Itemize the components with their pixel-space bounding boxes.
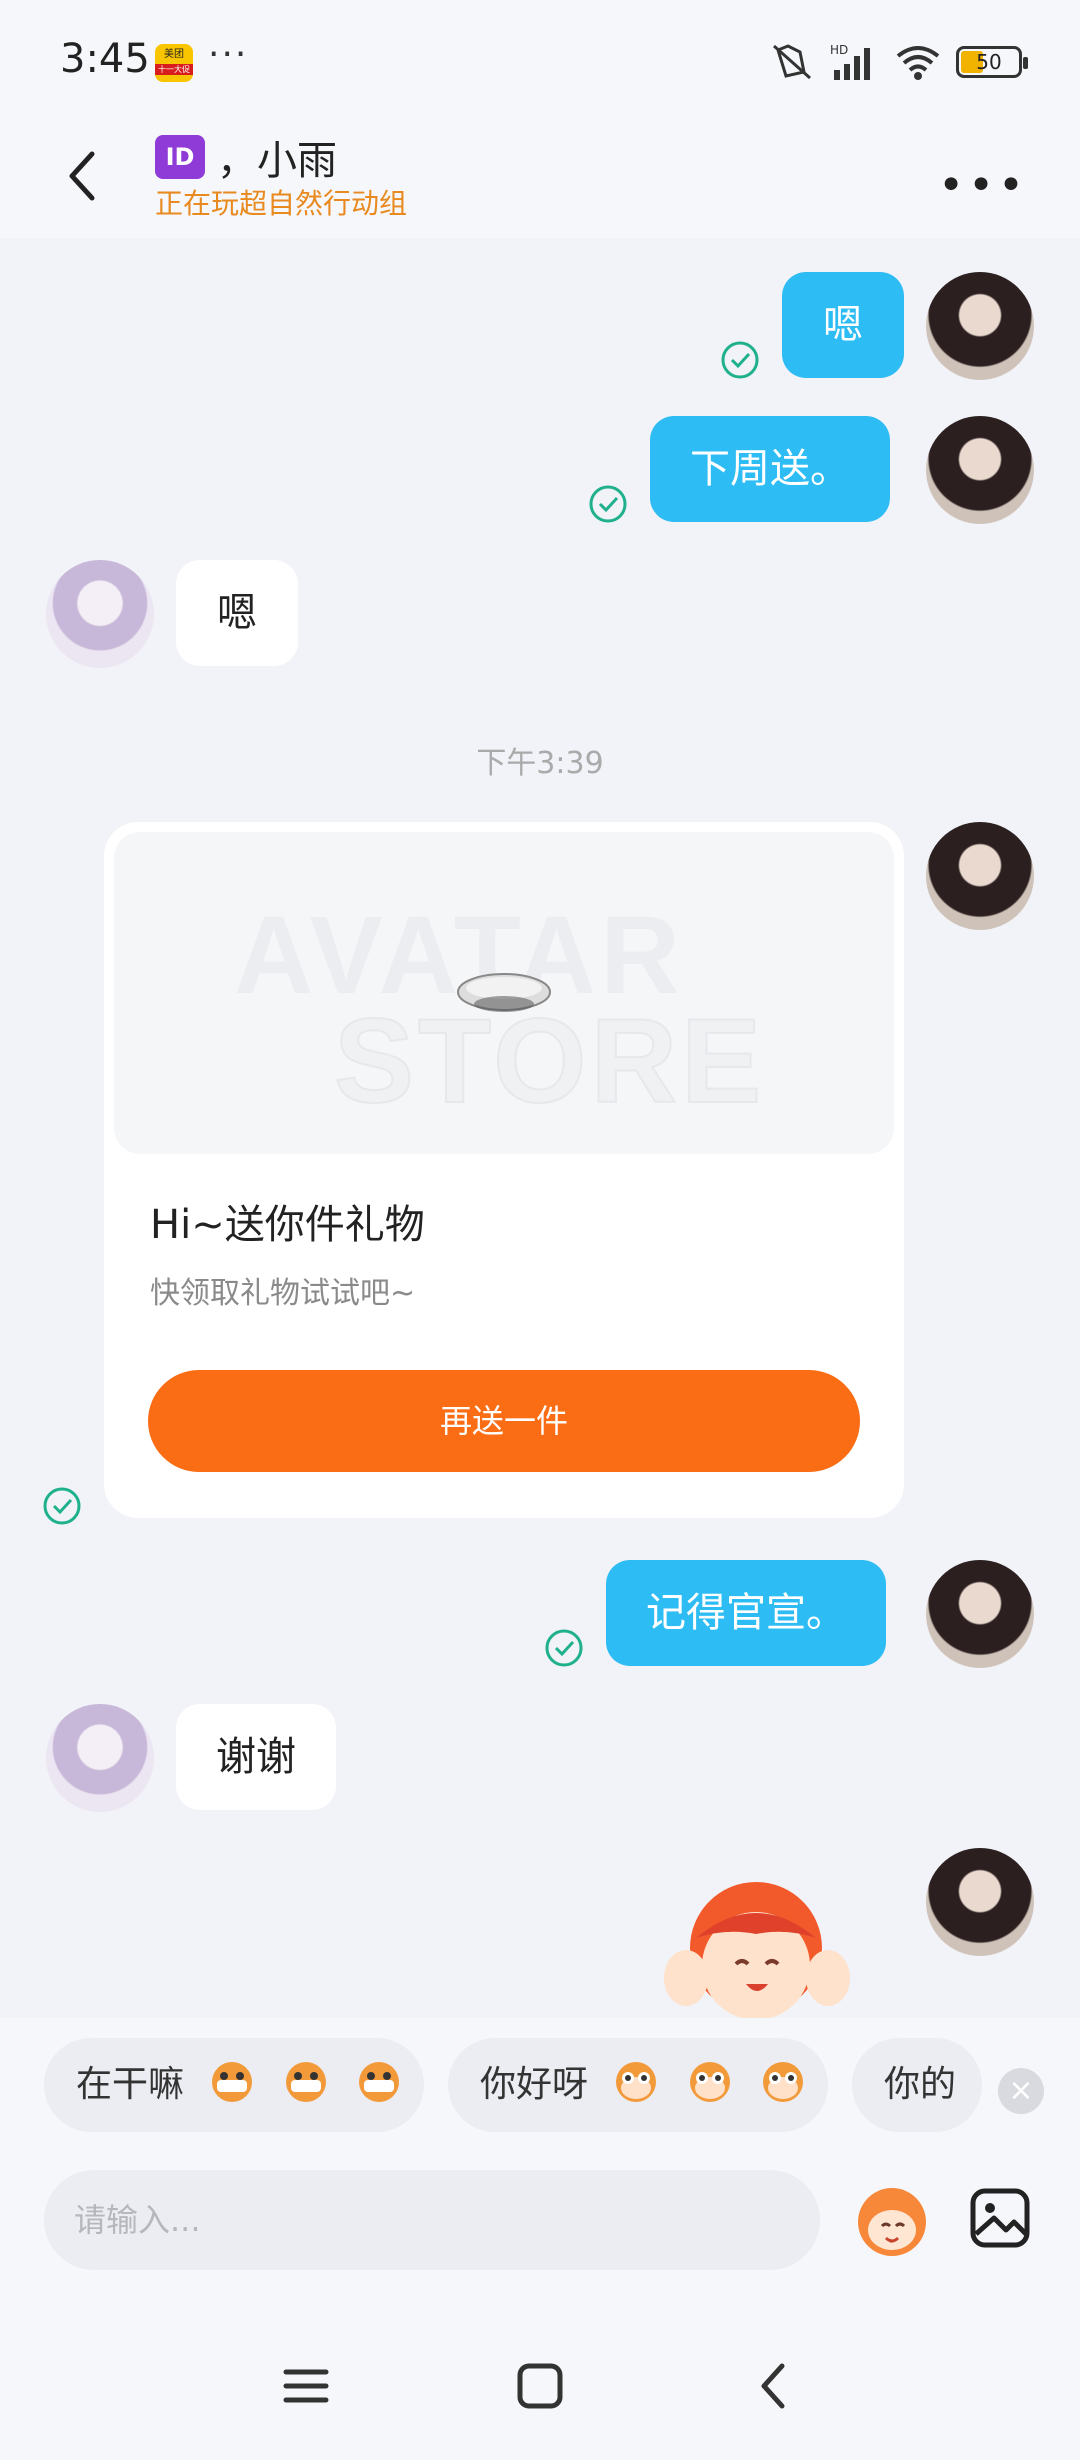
read-check-icon <box>721 341 759 379</box>
id-badge-icon: ID <box>155 135 205 179</box>
read-check-icon <box>545 1629 583 1667</box>
gift-image: AVATAR STORE <box>114 832 894 1154</box>
my-message-bubble[interactable]: 记得官宣。 <box>606 1560 886 1666</box>
monkey-emoji-icon <box>359 2062 400 2102</box>
mascot-sticker[interactable] <box>656 1868 866 2018</box>
monkey-emoji-icon <box>285 2062 326 2102</box>
contact-avatar[interactable] <box>46 560 154 668</box>
quick-reply-chip[interactable]: 在干嘛 <box>44 2038 424 2132</box>
quick-reply-chip[interactable]: 你好呀 <box>448 2038 828 2132</box>
monkey-emoji-icon <box>689 2062 730 2102</box>
my-avatar[interactable] <box>926 1560 1034 1668</box>
quick-reply-bar: 在干嘛 你好呀 你的 × <box>0 2018 1080 2158</box>
back-arrow-icon[interactable] <box>58 146 110 206</box>
read-check-icon <box>589 485 627 523</box>
my-message-bubble[interactable]: 嗯 <box>782 272 904 378</box>
monkey-emoji-icon <box>616 2062 657 2102</box>
contact-avatar[interactable] <box>46 1704 154 1812</box>
my-avatar[interactable] <box>926 1848 1034 1956</box>
sticker-mascot-icon[interactable] <box>852 2182 932 2262</box>
quick-reply-text: 在干嘛 <box>76 2064 185 2105</box>
message-input[interactable] <box>44 2170 820 2270</box>
battery-level: 50 <box>976 50 1002 74</box>
svg-text:HD: HD <box>830 43 848 57</box>
mute-vibrate-icon <box>773 44 811 80</box>
app-icon-sublabel: 十一大促 <box>155 64 193 75</box>
quick-reply-text: 你好呀 <box>480 2064 589 2105</box>
gift-card[interactable]: AVATAR STORE Hi~送你件礼物 快领取礼物试试吧~ 再送一件 <box>104 822 904 1518</box>
app-icon-label: 美团 <box>164 49 184 60</box>
gift-subtitle: 快领取礼物试试吧~ <box>150 1276 416 1311</box>
recent-apps-icon[interactable] <box>276 2356 336 2416</box>
meituan-app-icon: 美团 十一大促 <box>155 44 193 82</box>
gift-title: Hi~送你件礼物 <box>150 1202 425 1248</box>
system-nav-bar <box>0 2298 1080 2460</box>
close-quick-replies-icon[interactable]: × <box>998 2068 1044 2114</box>
wifi-icon <box>896 46 940 80</box>
contact-message-bubble[interactable]: 谢谢 <box>176 1704 336 1810</box>
read-check-icon <box>43 1487 81 1525</box>
status-bar: 3:45 美团 十一大促 ··· HD 50 <box>0 0 1080 120</box>
contact-status: 正在玩超自然行动组 <box>155 187 408 220</box>
gift-item-icon <box>457 973 551 1012</box>
status-time: 3:45 <box>60 36 150 82</box>
more-options-icon[interactable]: ••• <box>938 160 1028 211</box>
monkey-emoji-icon <box>763 2062 804 2102</box>
signal-icon: HD <box>830 43 870 80</box>
timestamp-separator: 下午3:39 <box>476 746 604 781</box>
quick-reply-text: 你的 <box>884 2064 957 2105</box>
my-message-bubble[interactable]: 下周送。 <box>650 416 890 522</box>
my-avatar[interactable] <box>926 416 1034 524</box>
input-bar <box>0 2158 1080 2298</box>
contact-name: ，小雨 <box>217 138 337 184</box>
my-avatar[interactable] <box>926 822 1034 930</box>
image-picker-icon[interactable] <box>968 2186 1032 2250</box>
contact-message-bubble[interactable]: 嗯 <box>176 560 298 666</box>
chat-message-list[interactable]: 嗯 下周送。 嗯 下午3:39 AVATAR STORE Hi~送你件礼物 快领… <box>0 238 1080 2018</box>
monkey-emoji-icon <box>212 2062 253 2102</box>
send-another-gift-button[interactable]: 再送一件 <box>148 1370 860 1472</box>
back-icon[interactable] <box>744 2356 804 2416</box>
chat-header: ID ，小雨 正在玩超自然行动组 ••• <box>0 120 1080 238</box>
my-avatar[interactable] <box>926 272 1034 380</box>
quick-reply-chip[interactable]: 你的 <box>852 2038 982 2132</box>
notification-overflow-icon: ··· <box>208 34 249 75</box>
battery-icon: 50 <box>956 46 1028 78</box>
home-icon[interactable] <box>510 2356 570 2416</box>
